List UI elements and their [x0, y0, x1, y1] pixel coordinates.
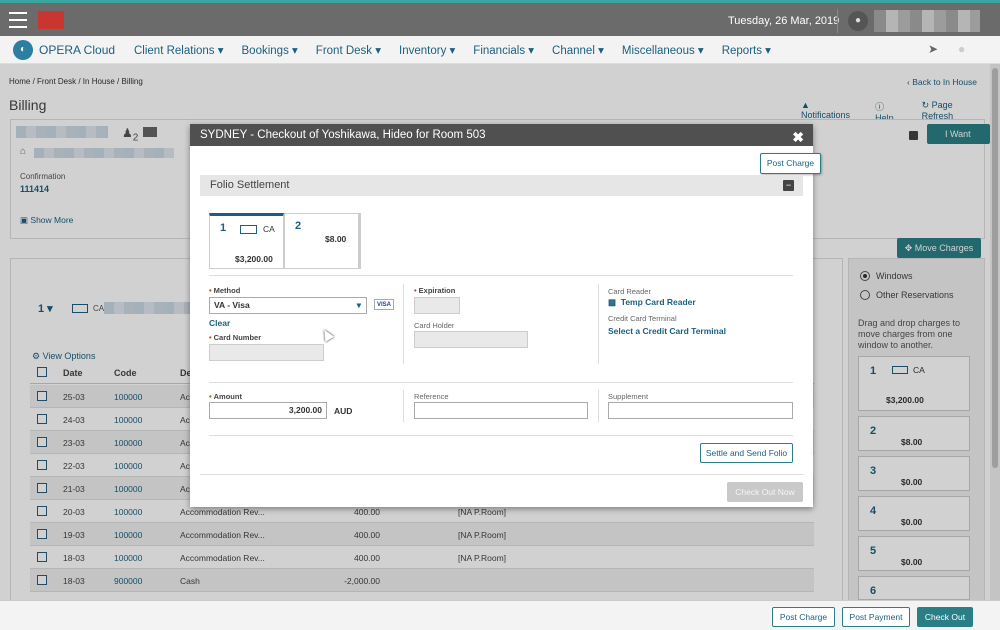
card-reader-link[interactable]: ▩ Temp Card Reader: [608, 297, 696, 308]
method-select-value: VA - Visa: [214, 300, 250, 310]
nav-front-desk[interactable]: Front Desk ▾: [316, 43, 381, 57]
method-select[interactable]: VA - Visa ▾: [209, 297, 367, 314]
user-name-blurred[interactable]: [874, 10, 980, 32]
amount-field[interactable]: 3,200.00: [209, 402, 327, 419]
divider: [209, 275, 793, 276]
select-terminal-link[interactable]: Select a Credit Card Terminal: [608, 326, 726, 336]
business-date: Tuesday, 26 Mar, 2019: [728, 15, 840, 27]
method-label-text: Method: [213, 286, 241, 295]
divider: [200, 474, 803, 475]
divider: [403, 390, 404, 422]
card-number-label: • Card Number: [209, 333, 262, 342]
main-nav: ◐ OPERA Cloud Client Relations ▾ Booking…: [0, 36, 1000, 64]
folio-balance: $3,200.00: [235, 254, 273, 264]
supplement-label: Supplement: [608, 392, 649, 401]
clear-link[interactable]: Clear: [209, 318, 230, 328]
folio-balance: $8.00: [325, 234, 347, 244]
opera-logo-icon: ◐: [13, 40, 33, 60]
folio-number: 2: [295, 220, 302, 232]
divider: [598, 284, 599, 364]
user-icon[interactable]: ●: [848, 11, 868, 31]
dialog-title: SYDNEY - Checkout of Yoshikawa, Hideo fo…: [200, 129, 486, 141]
card-reader-value: Temp Card Reader: [620, 297, 696, 307]
card-number-field[interactable]: [209, 344, 324, 361]
reference-label: Reference: [414, 392, 449, 401]
method-label: • Method: [209, 286, 241, 295]
rocket-icon[interactable]: ➤: [928, 42, 944, 58]
reference-field[interactable]: [414, 402, 588, 419]
folio-card-type: CA: [263, 224, 275, 234]
divider: [598, 390, 599, 422]
expiration-label-text: Expiration: [418, 286, 456, 295]
nav-reports[interactable]: Reports ▾: [722, 43, 771, 57]
card-reader-icon: ▩: [608, 297, 617, 307]
amount-label: • Amount: [209, 392, 242, 401]
divider: [209, 435, 793, 436]
nav-icons: ➤ ●: [928, 42, 988, 58]
folio-card-2[interactable]: 2 $8.00: [284, 213, 361, 269]
nav-miscellaneous[interactable]: Miscellaneous ▾: [622, 43, 704, 57]
close-icon[interactable]: ✖: [792, 126, 804, 148]
card-holder-label: Card Holder: [414, 321, 455, 330]
visa-badge: VISA: [374, 299, 394, 310]
top-bar: Tuesday, 26 Mar, 2019 ●: [0, 0, 1000, 36]
nav-client-relations[interactable]: Client Relations ▾: [134, 43, 224, 57]
brand-name: OPERA Cloud: [39, 43, 116, 57]
check-out-now-button[interactable]: Check Out Now: [727, 482, 803, 502]
card-reader-label: Card Reader: [608, 287, 651, 296]
divider: [403, 284, 404, 364]
nav-bookings[interactable]: Bookings ▾: [242, 43, 298, 57]
check-out-button[interactable]: Check Out: [917, 607, 973, 627]
supplement-field[interactable]: [608, 402, 793, 419]
card-number-label-text: Card Number: [213, 333, 262, 342]
currency-code: AUD: [334, 406, 353, 416]
divider: [209, 382, 793, 383]
checkout-dialog: SYDNEY - Checkout of Yoshikawa, Hideo fo…: [190, 124, 821, 507]
brand[interactable]: ◐ OPERA Cloud: [13, 40, 115, 60]
dialog-header: SYDNEY - Checkout of Yoshikawa, Hideo fo…: [190, 124, 813, 146]
credit-card-icon: [240, 225, 257, 234]
divider: [837, 9, 838, 33]
bottom-action-bar: Post Charge Post Payment Check Out: [0, 600, 1000, 630]
post-payment-button[interactable]: Post Payment: [842, 607, 910, 627]
collapse-section-icon[interactable]: −: [783, 180, 794, 191]
chat-icon[interactable]: ●: [958, 42, 974, 58]
post-charge-button[interactable]: Post Charge: [772, 607, 835, 627]
nav-menu: Client Relations ▾ Bookings ▾ Front Desk…: [134, 43, 789, 57]
terminal-label: Credit Card Terminal: [608, 314, 677, 323]
settle-and-send-folio-button[interactable]: Settle and Send Folio: [700, 443, 793, 463]
amount-label-text: Amount: [213, 392, 242, 401]
nav-inventory[interactable]: Inventory ▾: [399, 43, 455, 57]
card-holder-field[interactable]: [414, 331, 528, 348]
dialog-post-charge-button[interactable]: Post Charge: [760, 153, 821, 174]
folio-card-1[interactable]: 1 CA $3,200.00: [209, 213, 284, 269]
oracle-logo: [38, 11, 64, 29]
nav-financials[interactable]: Financials ▾: [473, 43, 534, 57]
folio-settlement-header: Folio Settlement −: [200, 175, 803, 196]
expiration-field[interactable]: [414, 297, 460, 314]
chevron-down-icon: ▾: [356, 300, 361, 310]
folio-number: 1: [220, 222, 227, 234]
nav-channel[interactable]: Channel ▾: [552, 43, 604, 57]
menu-icon[interactable]: [9, 12, 27, 28]
expiration-label: • Expiration: [414, 286, 456, 295]
section-title: Folio Settlement: [210, 179, 290, 191]
